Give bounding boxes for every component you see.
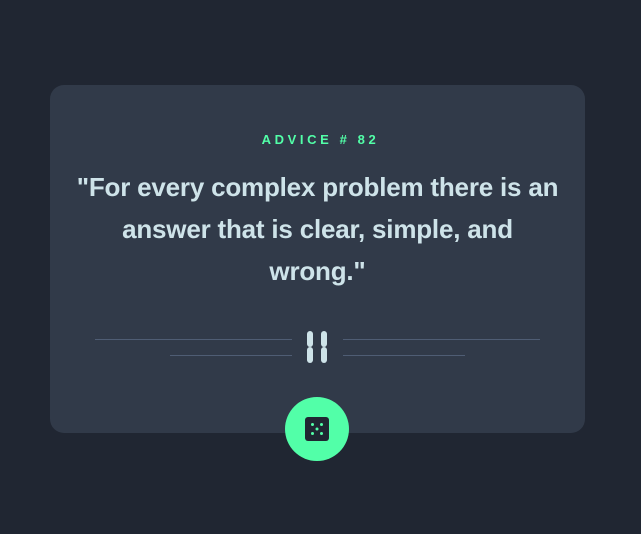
dice-icon [305,417,329,441]
pause-divider-icon [307,331,327,363]
advice-quote: "For every complex problem there is an a… [76,172,559,286]
new-advice-button[interactable] [285,397,349,461]
advice-number-label: ADVICE # 82 [261,132,380,147]
pattern-divider [95,330,540,363]
